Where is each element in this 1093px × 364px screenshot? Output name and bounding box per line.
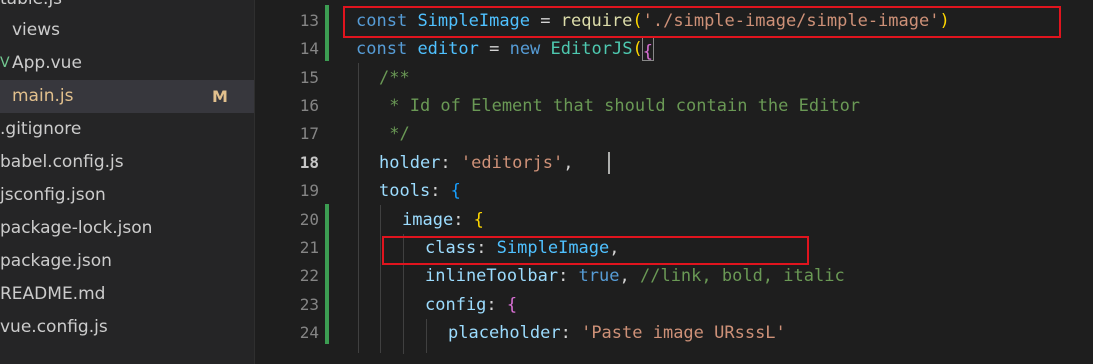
git-added-indicator[interactable]	[325, 204, 329, 344]
line-number-active: 18	[299, 153, 319, 172]
property-name: config	[425, 295, 487, 315]
colon: :	[453, 210, 474, 230]
file-name: README.md	[0, 284, 106, 304]
git-added-indicator[interactable]	[325, 5, 329, 61]
matched-brace: {	[641, 37, 654, 62]
indent-guide	[426, 319, 427, 353]
file-item-babel-config[interactable]: babel.config.js	[0, 146, 254, 179]
file-name: jsconfig.json	[0, 185, 106, 205]
line-number: 19	[299, 181, 319, 200]
line-number: 23	[299, 295, 319, 314]
line-number: 14	[299, 39, 319, 58]
file-item-jsconfig[interactable]: jsconfig.json	[0, 179, 254, 212]
class-name: EditorJS	[550, 39, 633, 59]
folder-item-views[interactable]: views	[0, 14, 254, 47]
property-name: inlineToolbar	[425, 266, 559, 286]
colon: :	[560, 323, 582, 343]
file-name: App.vue	[12, 53, 82, 73]
property-name: image	[402, 210, 454, 230]
file-name: vue.config.js	[0, 317, 108, 337]
keyword: const	[356, 39, 408, 59]
property-name: holder	[379, 153, 441, 173]
string-literal: 'Paste image URsssL'	[581, 323, 786, 343]
brace: {	[506, 295, 518, 315]
line-number: 21	[299, 238, 319, 257]
colon: :	[430, 181, 451, 201]
file-name: .gitignore	[0, 119, 82, 139]
property-name: tools	[379, 181, 431, 201]
code-line-23[interactable]: config: {	[425, 291, 517, 319]
file-name: babel.config.js	[0, 152, 124, 172]
comma: ,	[563, 153, 574, 173]
annotation-box-require-line	[343, 6, 1061, 38]
comment: /**	[379, 68, 410, 88]
code-line-14[interactable]: const editor = new EditorJS({	[356, 35, 654, 63]
file-item-main-js[interactable]: main.js M	[0, 80, 254, 113]
code-line-20[interactable]: image: {	[402, 206, 484, 234]
file-item-package-lock[interactable]: package-lock.json	[0, 212, 254, 245]
file-item-gitignore[interactable]: .gitignore	[0, 113, 254, 146]
modified-badge: M	[212, 87, 228, 106]
code-line-16[interactable]: * Id of Element that should contain the …	[379, 92, 860, 120]
line-number: 17	[299, 124, 319, 143]
line-number: 22	[299, 266, 319, 285]
file-item-vue-config[interactable]: vue.config.js	[0, 311, 254, 344]
code-editor[interactable]: 13 14 15 16 17 18 19 20 21 22 23 24 cons…	[255, 0, 1093, 364]
colon: :	[558, 266, 579, 286]
comment: * Id of Element that should contain the …	[379, 96, 861, 116]
indent-guide	[358, 63, 359, 353]
file-name: package-lock.json	[0, 218, 153, 238]
comment: //link, bold, italic	[639, 266, 845, 286]
line-number: 16	[299, 96, 319, 115]
brace: {	[473, 210, 484, 230]
file-item-package-json[interactable]: package.json	[0, 245, 254, 278]
vue-file-icon: V	[0, 55, 10, 71]
keyword: new	[509, 39, 541, 59]
comment: */	[379, 124, 410, 144]
operator: =	[478, 39, 510, 59]
code-line-18[interactable]: holder: 'editorjs',	[379, 149, 574, 177]
code-line-17[interactable]: */	[379, 120, 410, 148]
folder-name: views	[12, 20, 61, 40]
string-literal: 'editorjs'	[460, 153, 564, 173]
colon: :	[440, 153, 461, 173]
colon: :	[486, 295, 507, 315]
file-name: package.json	[0, 251, 112, 271]
identifier: editor	[417, 39, 479, 59]
code-line-19[interactable]: tools: {	[379, 177, 461, 205]
code-line-22[interactable]: inlineToolbar: true, //link, bold, itali…	[425, 262, 845, 290]
code-line-24[interactable]: placeholder: 'Paste image URsssL'	[448, 319, 786, 347]
brace: {	[450, 181, 461, 201]
file-item-app-vue[interactable]: V App.vue	[0, 47, 254, 80]
indent-guide	[380, 205, 381, 353]
paren: (	[632, 39, 643, 59]
text-caret	[608, 152, 610, 174]
line-number: 13	[299, 11, 319, 30]
file-item-readme[interactable]: README.md	[0, 278, 254, 311]
line-number: 20	[299, 210, 319, 229]
keyword: true	[578, 266, 620, 286]
code-line-15[interactable]: /**	[379, 64, 410, 92]
file-name: main.js	[12, 86, 74, 106]
comma: ,	[619, 266, 640, 286]
explorer-sidebar: table.js views V App.vue main.js M .giti…	[0, 0, 255, 364]
line-number: 24	[299, 323, 319, 342]
line-number: 15	[299, 68, 319, 87]
property-name: placeholder	[448, 323, 561, 343]
annotation-box-class-line	[382, 236, 809, 265]
